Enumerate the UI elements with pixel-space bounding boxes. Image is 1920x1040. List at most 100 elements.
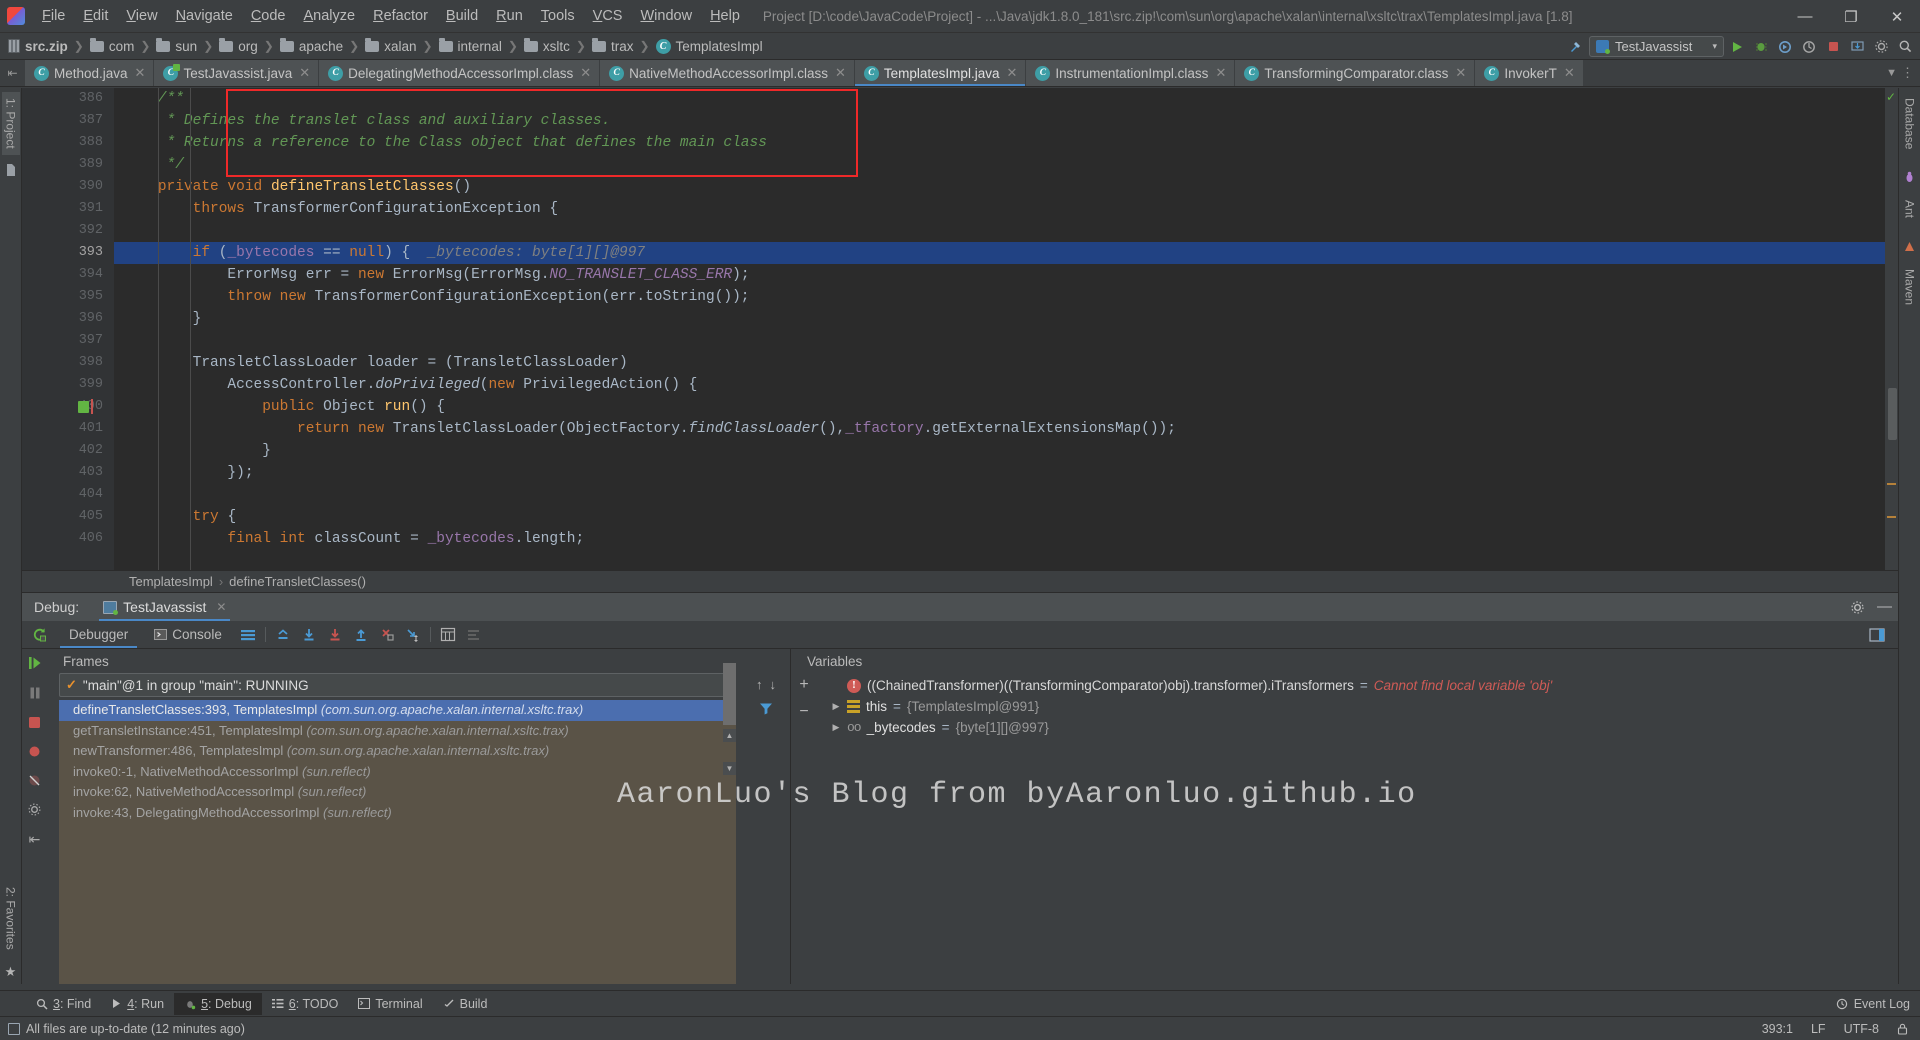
tab-transformingcomparator-class[interactable]: CTransformingComparator.class✕	[1235, 60, 1475, 86]
breadcrumb-item-com[interactable]: com	[90, 39, 135, 54]
editor-tabs[interactable]: CMethod.java✕CTestJavassist.java✕CDelega…	[25, 60, 1584, 86]
close-icon[interactable]: ✕	[835, 65, 846, 81]
code-line-397[interactable]	[114, 330, 1898, 352]
tab-debugger[interactable]: Debugger	[56, 621, 141, 648]
frames-scroll-down-icon[interactable]: ▼	[723, 762, 736, 775]
close-button[interactable]: ✕	[1874, 0, 1920, 33]
code-line-401[interactable]: return new TransletClassLoader(ObjectFac…	[114, 418, 1898, 440]
code-line-394[interactable]: ErrorMsg err = new ErrorMsg(ErrorMsg.NO_…	[114, 264, 1898, 286]
frame-row[interactable]: newTransformer:486, TemplatesImpl (com.s…	[59, 741, 736, 762]
editor-breadcrumb[interactable]: TemplatesImpl › defineTransletClasses()	[22, 570, 1898, 592]
code-line-402[interactable]: }	[114, 440, 1898, 462]
toolwindow-button-build[interactable]: Build	[433, 993, 498, 1015]
watch-actions[interactable]: + −	[791, 673, 817, 984]
gutter-line-396[interactable]: 396−	[22, 308, 114, 330]
line-separator[interactable]: LF	[1811, 1022, 1826, 1036]
toolwindow-button-run[interactable]: 4: Run	[101, 993, 174, 1015]
sidebar-item-ant[interactable]: Ant	[1901, 194, 1919, 224]
frames-scroll-thumb[interactable]	[723, 663, 736, 725]
expand-triangle-icon[interactable]: ▶	[831, 717, 841, 738]
frames-scroll-up-icon[interactable]: ▲	[723, 729, 736, 742]
navbar-actions[interactable]: TestJavassist ▾	[1565, 33, 1916, 60]
mute-breakpoints-icon[interactable]	[461, 621, 487, 648]
toolwindow-button-todo[interactable]: 6: TODO	[262, 993, 349, 1015]
update-project-icon[interactable]	[1846, 36, 1868, 58]
editor-gutter[interactable]: 386−387388389−390391−392393−394395396−39…	[22, 88, 114, 570]
tab-menu-icon[interactable]: ⋮	[1901, 65, 1914, 81]
menu-file[interactable]: File	[33, 4, 74, 28]
variables-list[interactable]: !((ChainedTransformer)((TransformingComp…	[817, 673, 1898, 984]
tab-nativemethodaccessorimpl-class[interactable]: CNativeMethodAccessorImpl.class✕	[600, 60, 855, 86]
code-line-403[interactable]: });	[114, 462, 1898, 484]
frames-filter-icon[interactable]	[759, 702, 773, 715]
frames-vars-toolbar[interactable]: ↑ ↓	[742, 649, 790, 984]
gutter-line-405[interactable]: 405−	[22, 506, 114, 528]
code-line-387[interactable]: * Defines the translet class and auxilia…	[114, 110, 1898, 132]
gutter-line-392[interactable]: 392	[22, 220, 114, 242]
stop-program-icon[interactable]	[27, 715, 42, 730]
show-execution-point-icon[interactable]	[270, 621, 296, 648]
debug-left-rail[interactable]: ⇤	[22, 649, 47, 984]
add-watch-button[interactable]: +	[799, 676, 808, 694]
favorites-star-icon[interactable]: ★	[5, 964, 17, 980]
toolwindow-button-debug[interactable]: 5: Debug	[174, 993, 262, 1015]
mute-breakpoints-rail-icon[interactable]	[27, 773, 42, 788]
code-line-400[interactable]: public Object run() {	[114, 396, 1898, 418]
gutter-line-393[interactable]: 393−	[22, 242, 114, 264]
run-button[interactable]	[1726, 36, 1748, 58]
step-over-icon[interactable]	[296, 621, 322, 648]
gutter-line-404[interactable]: 404	[22, 484, 114, 506]
code-line-404[interactable]	[114, 484, 1898, 506]
gutter-line-386[interactable]: 386−	[22, 88, 114, 110]
frame-row[interactable]: invoke:62, NativeMethodAccessorImpl (sun…	[59, 782, 736, 803]
left-strip-bottom-items[interactable]: 2: Favorites ★	[0, 881, 21, 982]
frames-up-icon[interactable]: ↑	[756, 677, 763, 692]
code-line-399[interactable]: AccessController.doPrivileged(new Privil…	[114, 374, 1898, 396]
drop-frame-icon[interactable]	[374, 621, 400, 648]
tab-invokert[interactable]: CInvokerT✕	[1475, 60, 1583, 86]
editor-scroll-thumb[interactable]	[1888, 388, 1897, 440]
evaluate-expression-icon[interactable]	[435, 621, 461, 648]
menu-vcs[interactable]: VCS	[584, 4, 632, 28]
menu-edit[interactable]: Edit	[74, 4, 117, 28]
menu-refactor[interactable]: Refactor	[364, 4, 437, 28]
variable-row[interactable]: ▶this={TemplatesImpl@991}	[831, 696, 1898, 717]
close-icon[interactable]: ✕	[1215, 65, 1226, 81]
menu-help[interactable]: Help	[701, 4, 749, 28]
tab-console[interactable]: Console	[141, 621, 235, 648]
maven-icon[interactable]	[1903, 240, 1916, 253]
breadcrumb-item-apache[interactable]: apache	[280, 39, 343, 54]
editor-warning-mark[interactable]	[1887, 516, 1896, 518]
code-line-391[interactable]: throws TransformerConfigurationException…	[114, 198, 1898, 220]
debug-header-actions[interactable]: —	[1850, 593, 1892, 621]
resume-program-icon[interactable]	[27, 655, 43, 671]
settings-rail-icon[interactable]	[27, 802, 42, 817]
window-controls[interactable]: — ❐ ✕	[1782, 0, 1920, 33]
breadcrumb-item-internal[interactable]: internal	[439, 39, 502, 54]
tool-window-bar[interactable]: 3: Find4: Run5: Debug6: TODOTerminalBuil…	[0, 990, 1920, 1016]
code-line-388[interactable]: * Returns a reference to the Class objec…	[114, 132, 1898, 154]
code-line-390[interactable]: private void defineTransletClasses()	[114, 176, 1898, 198]
close-icon[interactable]: ✕	[1564, 65, 1575, 81]
sidebar-item-project[interactable]: 1: Project	[2, 92, 20, 155]
maximize-button[interactable]: ❐	[1828, 0, 1874, 33]
gutter-line-398[interactable]: 398	[22, 352, 114, 374]
variable-row[interactable]: !((ChainedTransformer)((TransformingComp…	[831, 675, 1898, 696]
breadcrumb-method[interactable]: defineTransletClasses()	[229, 574, 366, 589]
frames-list[interactable]: defineTransletClasses:393, TemplatesImpl…	[59, 700, 736, 984]
debug-session-tab[interactable]: TestJavassist ✕	[97, 593, 232, 621]
tab-templatesimpl-java[interactable]: CTemplatesImpl.java✕	[855, 60, 1026, 86]
gutter-line-406[interactable]: 406	[22, 528, 114, 550]
editor-scrollbar[interactable]	[1885, 88, 1898, 570]
gutter-line-402[interactable]: 402−	[22, 440, 114, 462]
thread-selector[interactable]: ✓ "main"@1 in group "main": RUNNING ▾	[59, 673, 736, 697]
code-line-393[interactable]: if (_bytecodes == null) { _bytecodes: by…	[114, 242, 1898, 264]
gutter-line-387[interactable]: 387	[22, 110, 114, 132]
menu-build[interactable]: Build	[437, 4, 487, 28]
search-everywhere-icon[interactable]	[1894, 36, 1916, 58]
breadcrumb-item-sun[interactable]: sun	[156, 39, 197, 54]
code-line-396[interactable]: }	[114, 308, 1898, 330]
pause-program-icon[interactable]	[27, 685, 43, 701]
debug-button[interactable]	[1750, 36, 1772, 58]
remove-watch-button[interactable]: −	[799, 703, 808, 721]
